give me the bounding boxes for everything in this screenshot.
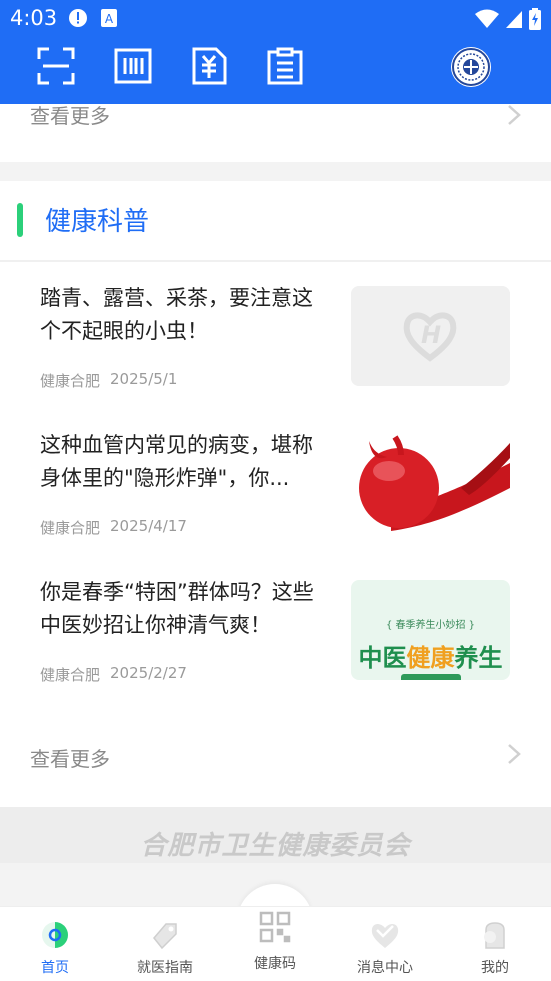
article-source: 健康合肥 bbox=[40, 666, 101, 684]
clipboard-icon bbox=[267, 47, 303, 85]
article-title: 踏青、露营、采茶，要注意这个不起眼的小虫！ bbox=[40, 286, 313, 343]
tab-label: 健康码 bbox=[254, 956, 296, 972]
scan-button[interactable] bbox=[36, 46, 76, 86]
placeholder-logo-icon: H bbox=[351, 286, 510, 386]
alert-icon bbox=[68, 8, 88, 32]
view-more-row[interactable]: 查看更多 bbox=[0, 721, 551, 781]
top-toolbar bbox=[0, 36, 551, 104]
article-thumbnail: { 春季养生小妙招 } 中医健康养生 bbox=[351, 580, 510, 680]
home-icon bbox=[39, 919, 71, 951]
chevron-right-icon bbox=[507, 104, 521, 130]
article-item[interactable]: 这种血管内常见的病变，堪称身体里的"隐形炸弹"，你... 健康合肥 2025/4… bbox=[0, 429, 551, 569]
tab-label: 就医指南 bbox=[137, 960, 193, 976]
article-thumbnail: H bbox=[351, 286, 510, 386]
previous-section-card: 查看更多 bbox=[0, 104, 551, 162]
tab-profile[interactable]: 我的 bbox=[440, 915, 550, 981]
article-date: 2025/2/27 bbox=[110, 664, 187, 682]
article-title: 这种血管内常见的病变，堪称身体里的"隐形炸弹"，你... bbox=[40, 433, 313, 490]
article-title: 你是春季“特困”群体吗？这些中医妙招让你神清气爽！ bbox=[40, 580, 314, 637]
battery-icon bbox=[529, 8, 541, 34]
thumb-subtitle: { 春季养生小妙招 } bbox=[385, 620, 476, 631]
tab-label: 首页 bbox=[41, 960, 69, 976]
heart-message-icon bbox=[369, 919, 401, 951]
section-accent-bar bbox=[17, 203, 23, 237]
payment-button[interactable] bbox=[189, 46, 229, 86]
payment-icon bbox=[192, 47, 227, 85]
profile-icon bbox=[479, 919, 511, 951]
wifi-icon bbox=[475, 9, 499, 33]
thumb-heading-part: 中医 bbox=[358, 644, 407, 672]
footer-banner: 合肥市卫生健康委员会 bbox=[0, 807, 551, 863]
article-source: 健康合肥 bbox=[40, 372, 101, 390]
barcode-button[interactable] bbox=[113, 46, 153, 86]
article-date: 2025/4/17 bbox=[110, 517, 187, 535]
view-more-link-top[interactable]: 查看更多 bbox=[30, 100, 110, 129]
thumb-heading-part: 健康 bbox=[406, 644, 455, 672]
article-source: 健康合肥 bbox=[40, 519, 101, 537]
artery-illustration-icon bbox=[351, 433, 510, 533]
svg-text:H: H bbox=[421, 321, 441, 349]
thumb-decoration bbox=[401, 674, 461, 680]
view-more-link[interactable]: 查看更多 bbox=[30, 743, 110, 772]
qr-code-icon bbox=[259, 911, 291, 943]
status-time: 4:03 bbox=[10, 6, 58, 30]
tab-label: 我的 bbox=[481, 960, 509, 976]
divider bbox=[0, 260, 551, 262]
thumb-heading-part: 养生 bbox=[454, 644, 503, 672]
bottom-tab-bar: 首页 就医指南 健康码 消息中心 我的 bbox=[0, 906, 551, 981]
status-bar: 4:03 A bbox=[0, 0, 551, 36]
barcode-icon bbox=[114, 48, 152, 84]
article-date: 2025/5/1 bbox=[110, 370, 178, 388]
footer-organization: 合肥市卫生健康委员会 bbox=[140, 831, 411, 861]
hospital-logo[interactable] bbox=[451, 47, 491, 87]
tab-health-code[interactable]: 健康码 bbox=[220, 911, 330, 981]
section-title: 健康科普 bbox=[45, 207, 150, 237]
guide-icon bbox=[149, 919, 181, 951]
tab-label: 消息中心 bbox=[357, 960, 413, 976]
accessibility-icon: A bbox=[100, 8, 118, 32]
chevron-right-icon bbox=[507, 743, 521, 769]
svg-text:A: A bbox=[105, 12, 114, 26]
scan-icon bbox=[37, 47, 75, 85]
article-item[interactable]: 踏青、露营、采茶，要注意这个不起眼的小虫！ 健康合肥 2025/5/1 H bbox=[0, 282, 551, 422]
article-thumbnail bbox=[351, 433, 510, 533]
health-science-section: 健康科普 踏青、露营、采茶，要注意这个不起眼的小虫！ 健康合肥 2025/5/1… bbox=[0, 181, 551, 807]
tab-medical-guide[interactable]: 就医指南 bbox=[110, 915, 220, 981]
signal-icon bbox=[505, 9, 523, 33]
clipboard-button[interactable] bbox=[265, 46, 305, 86]
article-item[interactable]: 你是春季“特困”群体吗？这些中医妙招让你神清气爽！ 健康合肥 2025/2/27… bbox=[0, 576, 551, 716]
tab-message-center[interactable]: 消息中心 bbox=[330, 915, 440, 981]
tab-home[interactable]: 首页 bbox=[0, 915, 110, 981]
